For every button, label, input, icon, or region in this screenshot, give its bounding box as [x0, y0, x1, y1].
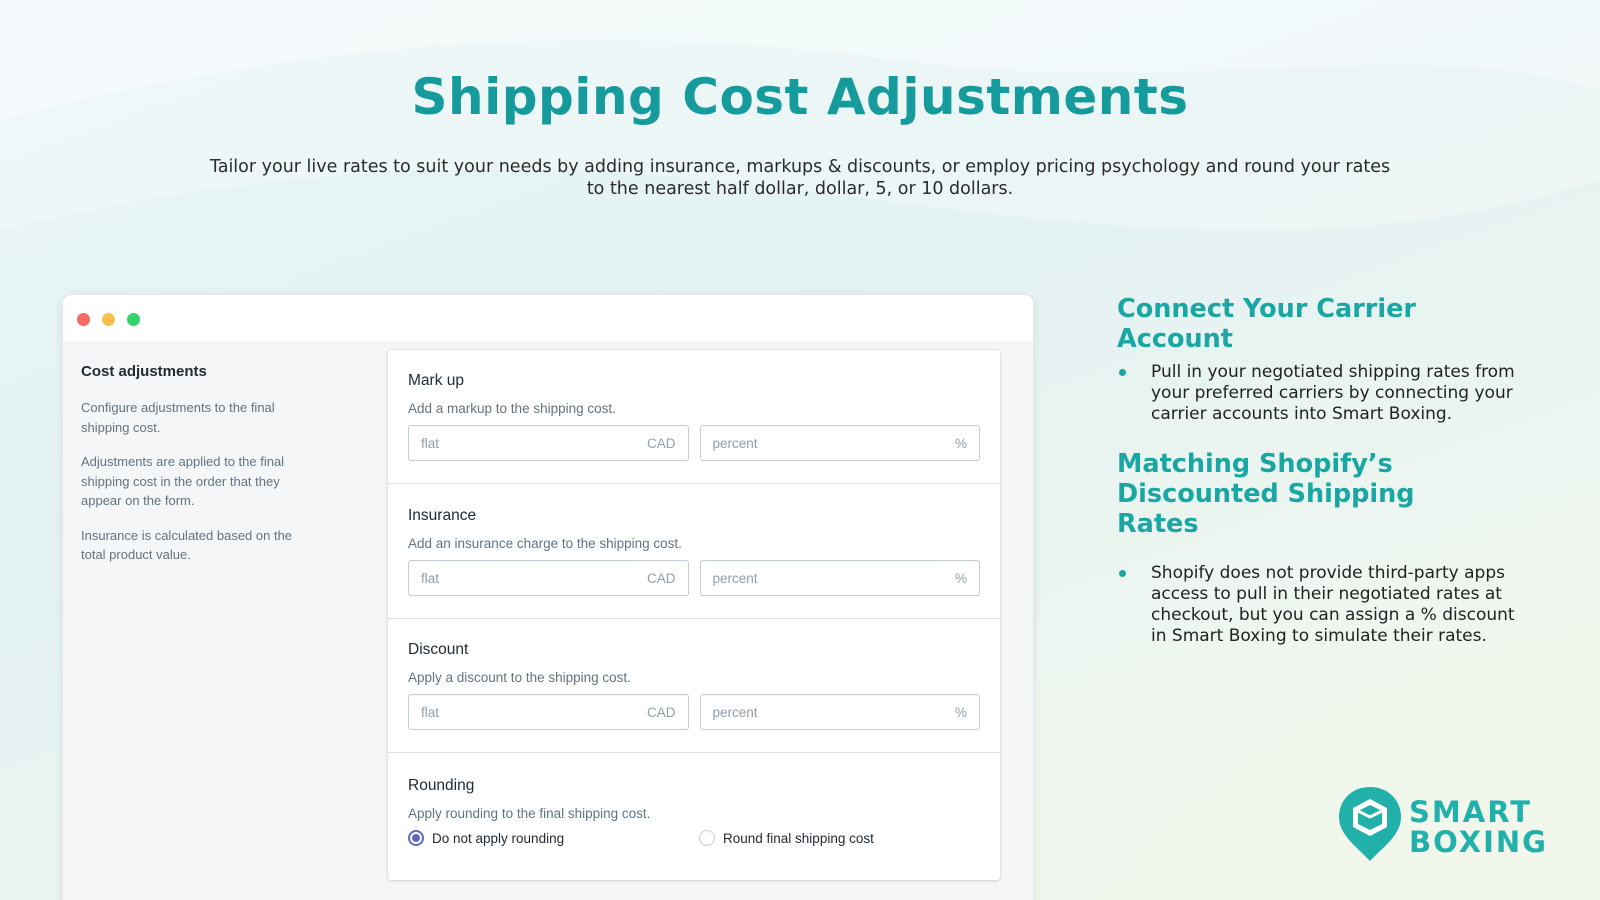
rounding-section: Rounding Apply rounding to the final shi… — [388, 777, 1000, 852]
bullet-dot-icon — [1119, 570, 1126, 577]
percent-suffix: % — [954, 435, 967, 451]
section-title: Discount — [408, 641, 469, 658]
page-title: Shipping Cost Adjustments — [411, 68, 1189, 126]
section-title: Mark up — [408, 372, 464, 389]
input-placeholder: percent — [712, 570, 758, 586]
feature-list: Pull in your negotiated shipping rates f… — [1117, 362, 1537, 425]
no-rounding-radio[interactable]: Do not apply rounding — [408, 830, 564, 846]
round-final-cost-radio[interactable]: Round final shipping cost — [699, 830, 874, 846]
section-title: Rounding — [408, 777, 475, 794]
section-help: Apply a discount to the shipping cost. — [408, 670, 631, 685]
insurance-section: Insurance Add an insurance charge to the… — [388, 507, 1000, 596]
logo-text-line: BOXING — [1409, 825, 1548, 859]
input-placeholder: percent — [712, 435, 758, 451]
radio-label: Do not apply rounding — [432, 830, 565, 846]
maximize-window-dot[interactable] — [127, 313, 140, 326]
markup-section: Mark up Add a markup to the shipping cos… — [388, 372, 1000, 461]
radio-label: Round final shipping cost — [723, 830, 874, 846]
input-placeholder: flat — [421, 570, 440, 586]
input-placeholder: flat — [421, 435, 440, 451]
sidebar-description: Configure adjustments to the final shipp… — [81, 400, 275, 435]
markup-flat-input[interactable]: flat CAD — [408, 425, 689, 461]
box-pin-icon — [1339, 787, 1401, 861]
close-window-dot[interactable] — [77, 313, 90, 326]
cost-adjustments-card: Mark up Add a markup to the shipping cos… — [388, 350, 1000, 880]
sidebar-description: Insurance is calculated based on the tot… — [81, 527, 293, 563]
settings-sidebar: Cost adjustments Configure adjustments t… — [81, 363, 311, 580]
window-body: Cost adjustments Configure adjustments t… — [63, 341, 1033, 900]
page-subtitle: Tailor your live rates to suit your need… — [209, 157, 1391, 199]
radio-selected-icon — [408, 830, 424, 846]
discount-percent-input[interactable]: percent % — [699, 694, 980, 730]
discount-section: Discount Apply a discount to the shippin… — [388, 641, 1000, 730]
feature-bullet: Pull in your negotiated shipping rates f… — [1117, 362, 1517, 425]
currency-suffix: CAD — [646, 704, 676, 720]
markup-percent-input[interactable]: percent % — [699, 425, 980, 461]
feature-list: Shopify does not provide third-party app… — [1117, 563, 1537, 647]
rounding-radio-group: Do not apply rounding Round final shippi… — [408, 830, 980, 852]
logo-text-line: SMART — [1409, 795, 1532, 829]
smart-boxing-logo: SMART BOXING — [1337, 785, 1562, 865]
section-divider — [388, 618, 1000, 619]
input-placeholder: flat — [421, 704, 440, 720]
section-divider — [388, 483, 1000, 484]
insurance-percent-input[interactable]: percent % — [699, 560, 980, 596]
currency-suffix: CAD — [646, 570, 676, 586]
app-window: Cost adjustments Configure adjustments t… — [62, 294, 1034, 900]
feature-text: Pull in your negotiated shipping rates f… — [1151, 362, 1515, 424]
input-placeholder: percent — [712, 704, 758, 720]
feature-heading: Matching Shopify’s Discounted Shipping R… — [1117, 449, 1415, 539]
feature-heading: Connect Your Carrier Account — [1117, 294, 1416, 354]
section-help: Add a markup to the shipping cost. — [408, 401, 616, 416]
feature-text: Shopify does not provide third-party app… — [1151, 563, 1515, 646]
bullet-dot-icon — [1119, 369, 1126, 376]
insurance-flat-input[interactable]: flat CAD — [408, 560, 689, 596]
discount-flat-input[interactable]: flat CAD — [408, 694, 689, 730]
section-help: Add an insurance charge to the shipping … — [408, 536, 682, 551]
feature-bullet: Shopify does not provide third-party app… — [1117, 563, 1517, 647]
radio-unselected-icon — [699, 830, 715, 846]
window-titlebar — [63, 295, 1033, 341]
sidebar-description: Adjustments are applied to the final shi… — [81, 454, 285, 508]
sidebar-title: Cost adjustments — [81, 363, 207, 380]
percent-suffix: % — [954, 570, 967, 586]
minimize-window-dot[interactable] — [102, 313, 115, 326]
features-column: Connect Your Carrier Account Pull in you… — [1117, 294, 1537, 647]
section-divider — [388, 752, 1000, 753]
section-help: Apply rounding to the final shipping cos… — [408, 806, 651, 821]
currency-suffix: CAD — [646, 435, 676, 451]
percent-suffix: % — [954, 704, 967, 720]
section-title: Insurance — [408, 507, 477, 524]
